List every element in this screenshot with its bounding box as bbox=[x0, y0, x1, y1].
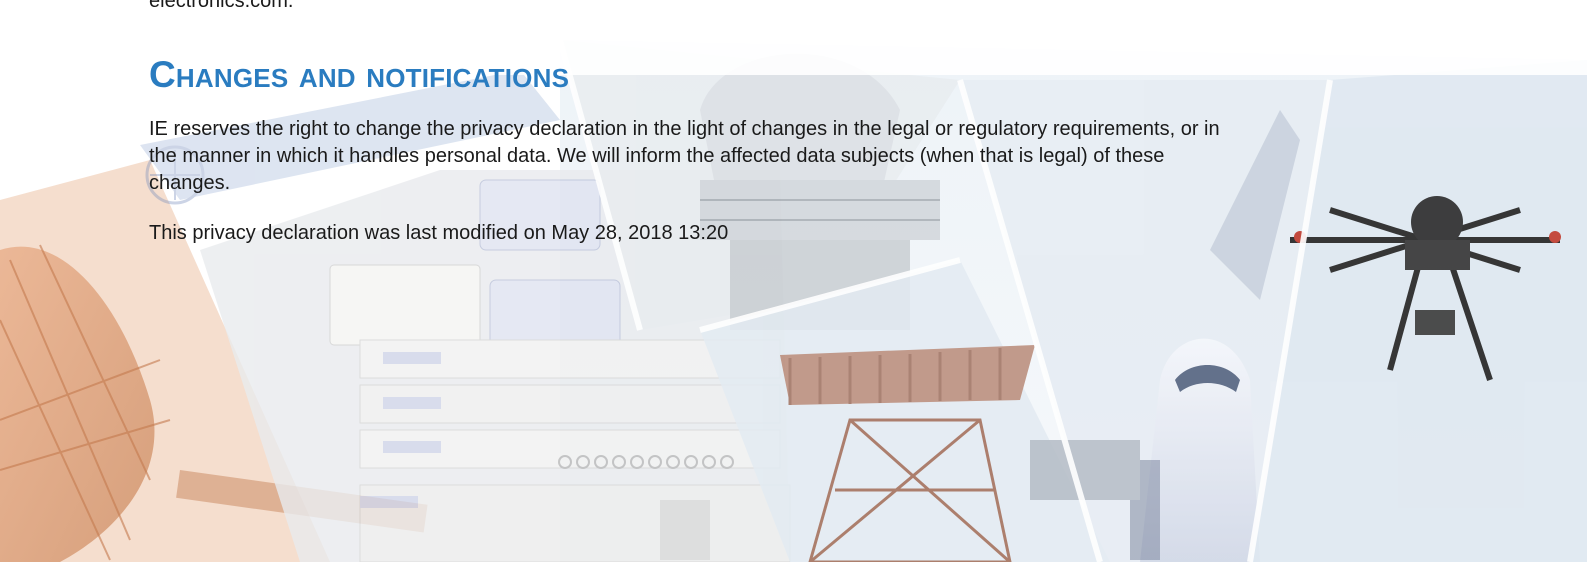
privacy-page: electronics.com. Changes and notificatio… bbox=[0, 0, 1587, 562]
privacy-content: electronics.com. Changes and notificatio… bbox=[0, 0, 1587, 562]
last-modified-text: This privacy declaration was last modifi… bbox=[149, 222, 729, 244]
changes-paragraph: IE reserves the right to change the priv… bbox=[149, 118, 1220, 194]
previous-section-text: electronics.com. bbox=[149, 0, 294, 12]
changes-notifications-heading: Changes and notifications bbox=[149, 54, 570, 95]
